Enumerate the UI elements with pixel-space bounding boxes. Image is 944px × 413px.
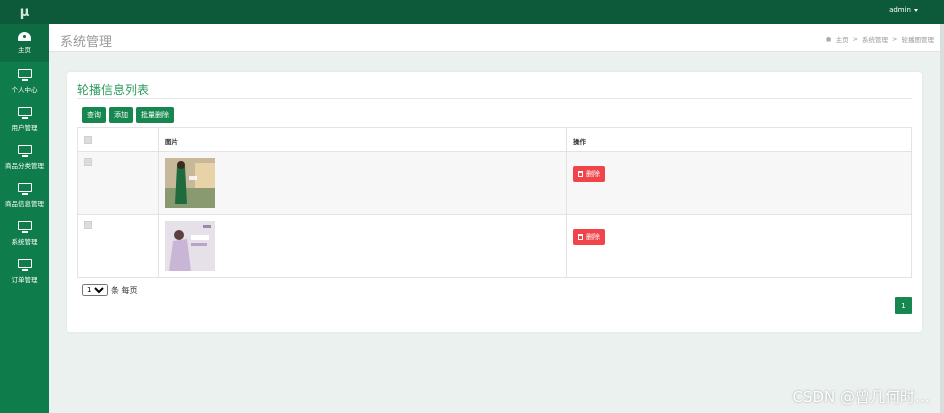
monitor-icon [17,220,32,233]
app-logo[interactable]: μ [0,0,49,24]
breadcrumb-separator: > [892,35,898,43]
dashboard-icon [18,32,31,41]
sidebar-item-label: 系统管理 [11,237,38,246]
sidebar-item-profile[interactable]: 个人中心 [0,62,49,100]
divider [77,98,912,99]
table-row: 删除 [77,214,912,278]
top-bar: μ admin [0,0,944,24]
row-select-cell [77,151,159,215]
monitor-icon [17,258,32,271]
toolbar: 查询 添加 批量删除 [82,107,174,123]
delete-button[interactable]: 删除 [573,229,605,245]
row-select-cell [77,214,159,278]
sidebar-item-label: 商品分类管理 [5,161,44,170]
sidebar-item-label: 个人中心 [11,85,38,94]
sidebar-item-label: 订单管理 [11,275,38,284]
column-header-image: 图片 [158,127,567,152]
carousel-table: 图片 操作 删除 删除 [77,127,912,278]
select-all-checkbox[interactable] [84,136,92,144]
username: admin [889,6,911,14]
home-icon [825,36,832,42]
delete-button[interactable]: 删除 [573,166,605,182]
sidebar-item-label: 主页 [18,46,31,54]
row-checkbox[interactable] [84,221,92,229]
query-button[interactable]: 查询 [82,107,106,123]
breadcrumb: 主页 > 系统管理 > 轮播图管理 [825,34,935,44]
action-cell: 删除 [566,151,912,215]
monitor-icon [17,182,32,195]
monitor-icon [17,106,32,119]
select-all-cell [77,127,159,152]
breadcrumb-current: 轮播图管理 [901,36,935,44]
column-header-action: 操作 [566,127,912,152]
sidebar-item-system[interactable]: 系统管理 [0,214,49,252]
page-title: 系统管理 [60,35,113,50]
delete-label: 删除 [586,170,600,178]
banner-thumbnail[interactable] [165,221,215,271]
page-header: 系统管理 主页 > 系统管理 > 轮播图管理 [49,24,944,52]
table-row: 删除 [77,151,912,215]
banner-thumbnail[interactable] [165,158,215,208]
image-cell [158,214,567,278]
delete-label: 删除 [586,233,600,241]
sidebar-item-categories[interactable]: 商品分类管理 [0,138,49,176]
scrollbar[interactable] [940,24,944,413]
action-cell: 删除 [566,214,912,278]
sidebar: 主页 个人中心 用户管理 商品分类管理 商品信息管理 系统管理 订单管理 [0,24,49,413]
monitor-icon [17,144,32,157]
user-menu[interactable]: admin [889,6,918,14]
sidebar-item-orders[interactable]: 订单管理 [0,252,49,290]
page-size-select[interactable]: 10 [82,284,108,296]
breadcrumb-home[interactable]: 主页 [836,34,849,44]
row-checkbox[interactable] [84,158,92,166]
sidebar-item-label: 商品信息管理 [5,199,44,208]
add-button[interactable]: 添加 [109,107,133,123]
page-size-suffix: 条 每页 [111,285,138,295]
trash-icon [578,234,583,240]
sidebar-item-label: 用户管理 [11,123,38,132]
sidebar-item-home[interactable]: 主页 [0,24,49,62]
sidebar-item-users[interactable]: 用户管理 [0,100,49,138]
caret-down-icon [914,8,918,12]
trash-icon [578,171,583,177]
breadcrumb-system[interactable]: 系统管理 [862,34,888,44]
batch-delete-button[interactable]: 批量删除 [136,107,174,123]
image-cell [158,151,567,215]
breadcrumb-separator: > [852,35,859,43]
card-title: 轮播信息列表 [77,83,150,97]
watermark: CSDN @曾几何时… [792,388,930,406]
table-header-row: 图片 操作 [77,127,912,152]
sidebar-item-products[interactable]: 商品信息管理 [0,176,49,214]
page-size-control: 10 条 每页 [82,284,138,296]
monitor-icon [17,68,32,81]
page-button-current[interactable]: 1 [895,297,912,314]
carousel-list-card: 轮播信息列表 查询 添加 批量删除 图片 操作 删除 删除 10 条 每页 1 [67,72,922,332]
